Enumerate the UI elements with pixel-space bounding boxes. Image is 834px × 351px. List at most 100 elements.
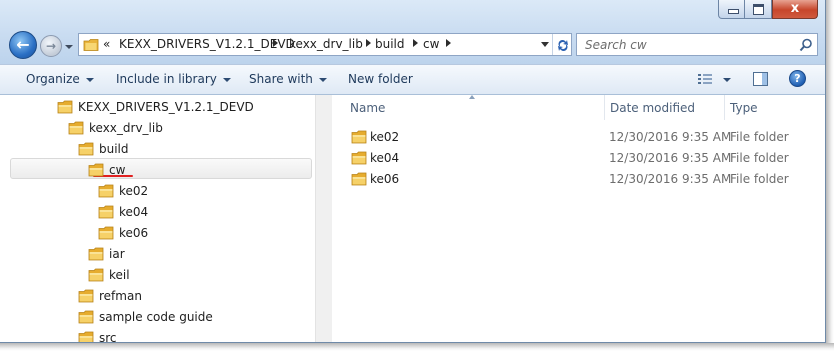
forward-button[interactable]: → (40, 35, 62, 57)
tree-item-label: refman (99, 289, 142, 303)
share-with-label: Share with (249, 72, 313, 86)
tree-item-label: ke06 (119, 226, 149, 240)
breadcrumb-cw[interactable]: cw (423, 37, 439, 51)
minimize-button[interactable] (718, 0, 745, 19)
tree-item-label: iar (109, 247, 125, 261)
file-name: ke04 (370, 151, 400, 165)
chevron-down-icon (65, 45, 73, 49)
folder-icon (88, 163, 104, 180)
breadcrumb-separator-icon[interactable] (273, 39, 278, 47)
explorer-window: x ← → « KEXX_DRIVERS_V1.2.1_DEVD kexx_dr… (0, 0, 826, 343)
file-list-pane: Name Date modified Type ke02 12/30/2016 9… (332, 95, 825, 342)
chevron-down-icon (85, 77, 94, 82)
folder-icon (78, 289, 94, 306)
column-header-date-modified[interactable]: Date modified (610, 100, 695, 116)
column-divider[interactable] (604, 95, 605, 120)
refresh-icon[interactable] (552, 34, 573, 55)
column-divider[interactable] (724, 95, 725, 120)
forward-arrow-icon: → (45, 39, 57, 53)
maximize-icon (753, 4, 764, 15)
search-box[interactable] (576, 33, 818, 56)
search-icon[interactable] (799, 37, 813, 56)
folder-icon (78, 331, 94, 342)
folder-icon (98, 184, 114, 201)
tree-item-label: keil (109, 268, 130, 282)
column-header-type[interactable]: Type (730, 100, 758, 116)
breadcrumb-separator-icon[interactable] (446, 39, 451, 47)
organize-label: Organize (26, 72, 80, 86)
navigation-pane-scrollbar[interactable] (315, 95, 332, 342)
file-name: ke02 (370, 130, 400, 144)
back-arrow-icon: ← (16, 35, 30, 54)
file-name: ke06 (370, 172, 400, 186)
title-bar: x ← → « KEXX_DRIVERS_V1.2.1_DEVD kexx_dr… (0, 0, 825, 64)
tree-item-label: src (99, 331, 117, 343)
tree-selection-highlight (10, 158, 312, 179)
details-view-icon (698, 74, 712, 84)
help-button[interactable]: ? (789, 70, 806, 87)
file-date-modified: 12/30/2016 9:35 AM (609, 130, 732, 144)
folder-icon (68, 121, 84, 138)
tree-item-label: sample code guide (99, 310, 213, 324)
include-in-library-label: Include in library (116, 72, 217, 86)
folder-icon (351, 172, 367, 189)
breadcrumb-build[interactable]: build (375, 37, 405, 51)
close-button[interactable]: x (772, 0, 818, 19)
address-dropdown-icon[interactable] (541, 42, 549, 47)
breadcrumb-separator-icon[interactable] (413, 39, 418, 47)
tree-item-label: ke04 (119, 205, 149, 219)
folder-icon (351, 130, 367, 147)
tree-item-label: cw (109, 163, 126, 177)
folder-icon (57, 100, 73, 117)
chevron-down-icon (318, 77, 327, 82)
navigation-pane: KEXX_DRIVERS_V1.2.1_DEVD kexx_drv_lib buil… (0, 95, 315, 343)
views-button[interactable] (697, 73, 713, 86)
file-date-modified: 12/30/2016 9:35 AM (609, 151, 732, 165)
new-folder-button[interactable]: New folder (348, 71, 413, 88)
file-date-modified: 12/30/2016 9:35 AM (609, 172, 732, 186)
include-in-library-menu-button[interactable]: Include in library (116, 71, 231, 88)
window-shadow-bottom (0, 343, 834, 351)
views-dropdown-icon[interactable] (723, 78, 731, 82)
folder-icon (88, 247, 104, 264)
close-icon: x (790, 1, 800, 16)
sort-ascending-icon (469, 95, 475, 99)
maximize-button[interactable] (745, 0, 772, 19)
folder-icon (78, 142, 94, 159)
folder-icon (351, 151, 367, 168)
folder-icon (88, 268, 104, 285)
tree-item-label: kexx_drv_lib (89, 121, 163, 135)
column-header-name[interactable]: Name (350, 100, 385, 116)
window-shadow-right (826, 0, 834, 351)
minimize-icon (728, 9, 739, 14)
command-bar: Organize Include in library Share with N… (0, 64, 825, 95)
tree-item-label: ke02 (119, 184, 149, 198)
share-with-menu-button[interactable]: Share with (249, 71, 327, 88)
file-type: File folder (730, 151, 789, 165)
folder-icon (78, 310, 94, 327)
column-header-row: Name Date modified Type (332, 95, 825, 120)
file-type: File folder (730, 130, 789, 144)
chevron-down-icon (222, 77, 231, 82)
breadcrumb-kexx-drivers[interactable]: KEXX_DRIVERS_V1.2.1_DEVD (119, 37, 295, 51)
file-type: File folder (730, 172, 789, 186)
file-row[interactable]: ke06 12/30/2016 9:35 AM File folder (332, 168, 825, 189)
help-icon: ? (794, 72, 801, 85)
folder-icon (98, 226, 114, 243)
explorer-screenshot: x ← → « KEXX_DRIVERS_V1.2.1_DEVD kexx_dr… (0, 0, 834, 351)
breadcrumb-kexx-drv-lib[interactable]: kexx_drv_lib (289, 37, 363, 51)
breadcrumb-separator-icon[interactable] (366, 39, 371, 47)
tree-item-label: KEXX_DRIVERS_V1.2.1_DEVD (78, 100, 254, 114)
back-button[interactable]: ← (9, 31, 37, 59)
organize-menu-button[interactable]: Organize (26, 71, 94, 88)
address-overflow-button[interactable]: « (103, 37, 110, 51)
folder-icon (98, 205, 114, 222)
file-row[interactable]: ke02 12/30/2016 9:35 AM File folder (332, 126, 825, 147)
search-input[interactable] (577, 34, 795, 55)
file-row[interactable]: ke04 12/30/2016 9:35 AM File folder (332, 147, 825, 168)
recent-pages-button[interactable] (64, 42, 74, 52)
address-bar[interactable]: « KEXX_DRIVERS_V1.2.1_DEVD kexx_drv_lib … (78, 33, 572, 56)
address-folder-icon (83, 38, 99, 55)
preview-pane-button[interactable] (753, 72, 768, 86)
new-folder-label: New folder (348, 72, 413, 86)
